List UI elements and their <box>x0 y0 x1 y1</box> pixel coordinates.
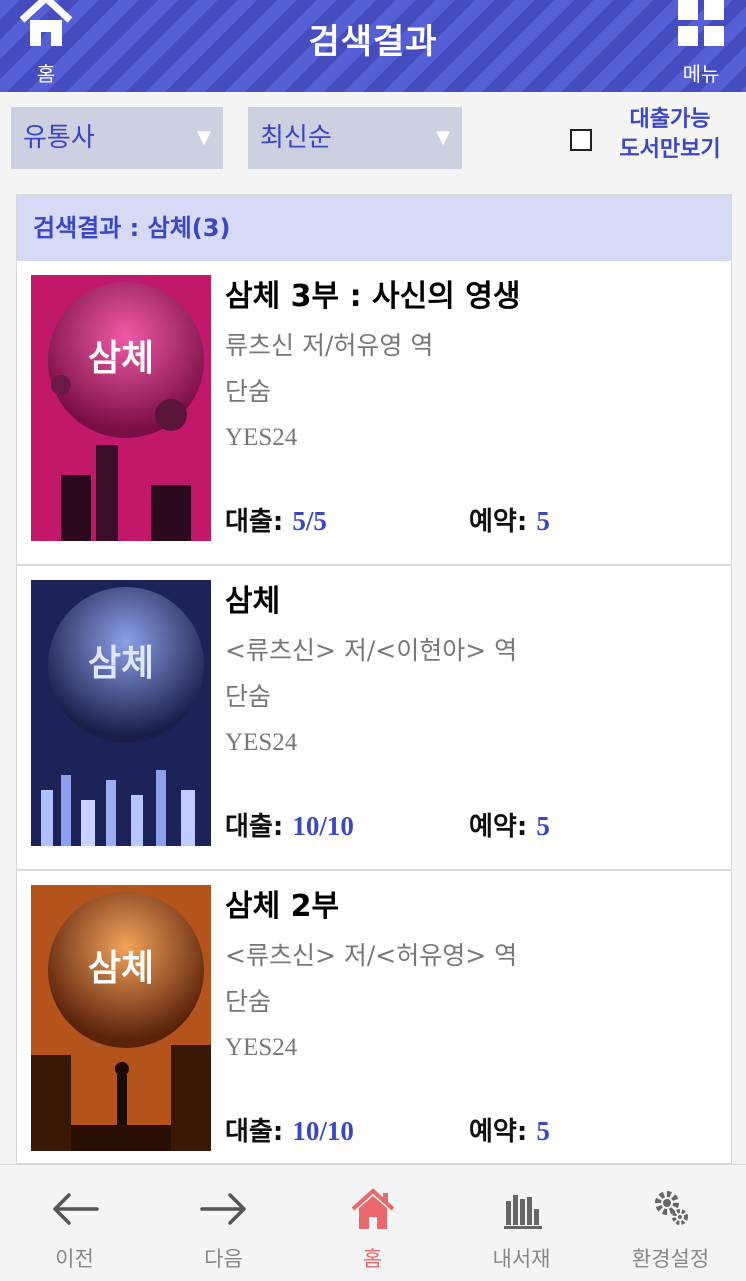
loan-label: 대출: <box>225 812 284 842</box>
reserve-info: 예약: 5 <box>469 1111 550 1148</box>
available-only-label: 대출가능 도서만보기 <box>610 105 730 165</box>
nav-bookshelf-label: 내서재 <box>492 1247 551 1271</box>
nav-prev-label: 이전 <box>55 1247 94 1271</box>
sort-select-value: 최신순 <box>260 123 332 153</box>
book-title: 삼체 3부 : 사신의 영생 <box>225 279 521 314</box>
reserve-label: 예약: <box>469 1117 528 1147</box>
nav-home[interactable]: 홈 <box>298 1165 447 1281</box>
book-list-item[interactable]: 삼체 삼체 2부 <류츠신> 저/<허유영> 역 단숨 YES24 대출: 10… <box>17 871 731 1163</box>
book-cover: 삼체 <box>31 580 211 846</box>
dropdown-arrow-icon: ▼ <box>197 127 211 148</box>
book-stats: 대출: 5/5 예약: 5 <box>225 501 725 538</box>
book-author: 류츠신 저/허유영 역 <box>225 331 434 360</box>
book-stats: 대출: 10/10 예약: 5 <box>225 806 725 843</box>
bookshelf-icon <box>503 1195 542 1229</box>
results-header: 검색결과 : 삼체(3) <box>17 195 731 261</box>
page-title: 검색결과 <box>308 22 438 62</box>
book-cover: 삼체 <box>31 885 211 1151</box>
reserve-count: 5 <box>536 506 550 536</box>
book-supplier: YES24 <box>225 729 298 756</box>
book-publisher: 단숨 <box>225 682 272 711</box>
loan-count: 5/5 <box>292 506 327 536</box>
distributor-select-value: 유통사 <box>23 123 95 153</box>
loan-label: 대출: <box>225 1117 284 1147</box>
reserve-count: 5 <box>536 811 550 841</box>
svg-text:삼체: 삼체 <box>88 643 154 684</box>
svg-text:삼체: 삼체 <box>88 338 154 379</box>
book-publisher: 단숨 <box>225 377 272 406</box>
nav-settings[interactable]: 환경설정 <box>596 1165 745 1281</box>
bottom-nav: 이전 다음 홈 내서재 환경설정 <box>0 1164 746 1281</box>
book-author: <류츠신> 저/<허유영> 역 <box>225 941 518 970</box>
book-supplier: YES24 <box>225 1034 298 1061</box>
book-title: 삼체 2부 <box>225 889 340 924</box>
book-author: <류츠신> 저/<이현아> 역 <box>225 636 518 665</box>
book-list-item[interactable]: 삼체 삼체 <류츠신> 저/<이현아> 역 단숨 YES24 대출: 10/10… <box>17 566 731 871</box>
book-stats: 대출: 10/10 예약: 5 <box>225 1111 725 1148</box>
reserve-count: 5 <box>536 1116 550 1146</box>
arrow-left-icon <box>52 1193 99 1225</box>
loan-count: 10/10 <box>292 811 354 841</box>
reserve-label: 예약: <box>469 507 528 537</box>
menu-label: 메뉴 <box>682 62 720 86</box>
book-publisher: 단숨 <box>225 987 272 1016</box>
filter-bar: 유통사 ▼ 최신순 ▼ 대출가능 도서만보기 <box>0 92 746 192</box>
book-title: 삼체 <box>225 584 281 619</box>
sort-select[interactable]: 최신순 ▼ <box>248 107 462 169</box>
home-icon <box>351 1188 394 1229</box>
gear-icon <box>654 1191 688 1225</box>
loan-label: 대출: <box>225 507 284 537</box>
available-only-label-line1: 대출가능 <box>629 107 711 132</box>
book-list-item[interactable]: 삼체 삼체 3부 : 사신의 영생 류츠신 저/허유영 역 단숨 YES24 대… <box>17 261 731 566</box>
arrow-right-icon <box>199 1193 246 1225</box>
book-cover: 삼체 <box>31 275 211 541</box>
reserve-label: 예약: <box>469 812 528 842</box>
nav-bookshelf[interactable]: 내서재 <box>447 1165 596 1281</box>
loan-count: 10/10 <box>292 1116 354 1146</box>
available-only-toggle[interactable]: 대출가능 도서만보기 <box>570 105 730 175</box>
app-header: 홈 검색결과 메뉴 <box>0 0 746 92</box>
search-results: 검색결과 : 삼체(3) 삼체 삼체 3부 : 사신의 영생 류츠신 저/허유영… <box>16 194 732 1164</box>
available-only-label-line2: 도서만보기 <box>619 137 721 162</box>
book-supplier: YES24 <box>225 424 298 451</box>
menu-button[interactable]: 메뉴 <box>670 0 732 92</box>
reserve-info: 예약: 5 <box>469 501 550 538</box>
nav-next-label: 다음 <box>204 1247 243 1271</box>
nav-prev[interactable]: 이전 <box>0 1165 149 1281</box>
nav-settings-label: 환경설정 <box>631 1247 710 1271</box>
svg-text:삼체: 삼체 <box>88 948 154 989</box>
dropdown-arrow-icon: ▼ <box>436 127 450 148</box>
grid-menu-icon <box>678 0 724 46</box>
nav-next[interactable]: 다음 <box>149 1165 298 1281</box>
available-only-checkbox[interactable] <box>570 129 592 151</box>
distributor-select[interactable]: 유통사 ▼ <box>11 107 223 169</box>
nav-home-label: 홈 <box>362 1247 383 1271</box>
reserve-info: 예약: 5 <box>469 806 550 843</box>
